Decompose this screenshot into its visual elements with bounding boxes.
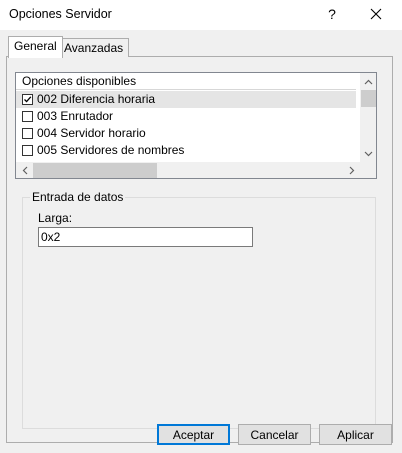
long-value-input[interactable] xyxy=(38,227,253,247)
horizontal-scroll-thumb[interactable] xyxy=(33,163,157,178)
tab-general-label: General xyxy=(14,39,57,53)
chevron-down-icon xyxy=(364,151,373,156)
cancel-button[interactable]: Cancelar xyxy=(238,424,311,445)
close-icon xyxy=(370,8,382,20)
long-field-label: Larga: xyxy=(38,211,73,225)
help-icon: ? xyxy=(328,6,336,22)
list-rows: 002 Diferencia horaria 003 Enrutador 004… xyxy=(16,91,356,159)
list-item-label: 003 Enrutador xyxy=(37,109,114,123)
apply-button[interactable]: Aplicar xyxy=(319,424,392,445)
list-header-label: Opciones disponibles xyxy=(22,74,137,88)
scroll-left-button[interactable] xyxy=(16,162,33,178)
tab-avanzadas[interactable]: Avanzadas xyxy=(58,38,130,57)
cancel-button-label: Cancelar xyxy=(250,427,299,442)
list-column-header[interactable]: Opciones disponibles xyxy=(16,73,356,90)
list-item-label: 004 Servidor horario xyxy=(37,126,146,140)
tab-general[interactable]: General xyxy=(8,36,63,58)
title-bar: Opciones Servidor ? xyxy=(0,0,402,30)
tab-avanzadas-label: Avanzadas xyxy=(64,41,124,55)
options-listbox[interactable]: Opciones disponibles 002 Diferencia hora… xyxy=(15,72,377,179)
option-checkbox-004[interactable] xyxy=(22,128,33,139)
vertical-scrollbar[interactable] xyxy=(360,73,376,162)
accept-button-label: Aceptar xyxy=(172,427,215,442)
option-checkbox-005[interactable] xyxy=(22,145,33,156)
list-item-label: 005 Servidores de nombres xyxy=(37,143,185,157)
scroll-up-button[interactable] xyxy=(360,73,376,90)
list-item-003[interactable]: 003 Enrutador xyxy=(16,108,356,125)
list-item-004[interactable]: 004 Servidor horario xyxy=(16,125,356,142)
checkmark-icon xyxy=(24,96,32,103)
accept-button[interactable]: Aceptar xyxy=(157,424,230,445)
option-checkbox-003[interactable] xyxy=(22,111,33,122)
horizontal-scrollbar[interactable] xyxy=(16,162,360,178)
scroll-right-button[interactable] xyxy=(343,162,360,178)
scrollbar-corner xyxy=(360,162,376,178)
dialog-client-area: General Avanzadas Opciones disponibles 0… xyxy=(0,30,402,453)
data-entry-group-label: Entrada de datos xyxy=(30,190,126,204)
list-item-label: 002 Diferencia horaria xyxy=(37,92,156,106)
chevron-left-icon xyxy=(22,166,27,175)
vertical-scroll-thumb[interactable] xyxy=(361,90,376,107)
help-button[interactable]: ? xyxy=(318,1,346,27)
chevron-up-icon xyxy=(364,79,373,84)
option-checkbox-002[interactable] xyxy=(22,94,33,105)
chevron-right-icon xyxy=(349,166,354,175)
scroll-down-button[interactable] xyxy=(360,145,376,162)
window-title: Opciones Servidor xyxy=(9,7,112,21)
close-button[interactable] xyxy=(362,1,390,27)
list-item-005[interactable]: 005 Servidores de nombres xyxy=(16,142,356,159)
apply-button-label: Aplicar xyxy=(337,427,374,442)
list-item-002[interactable]: 002 Diferencia horaria xyxy=(16,91,356,108)
